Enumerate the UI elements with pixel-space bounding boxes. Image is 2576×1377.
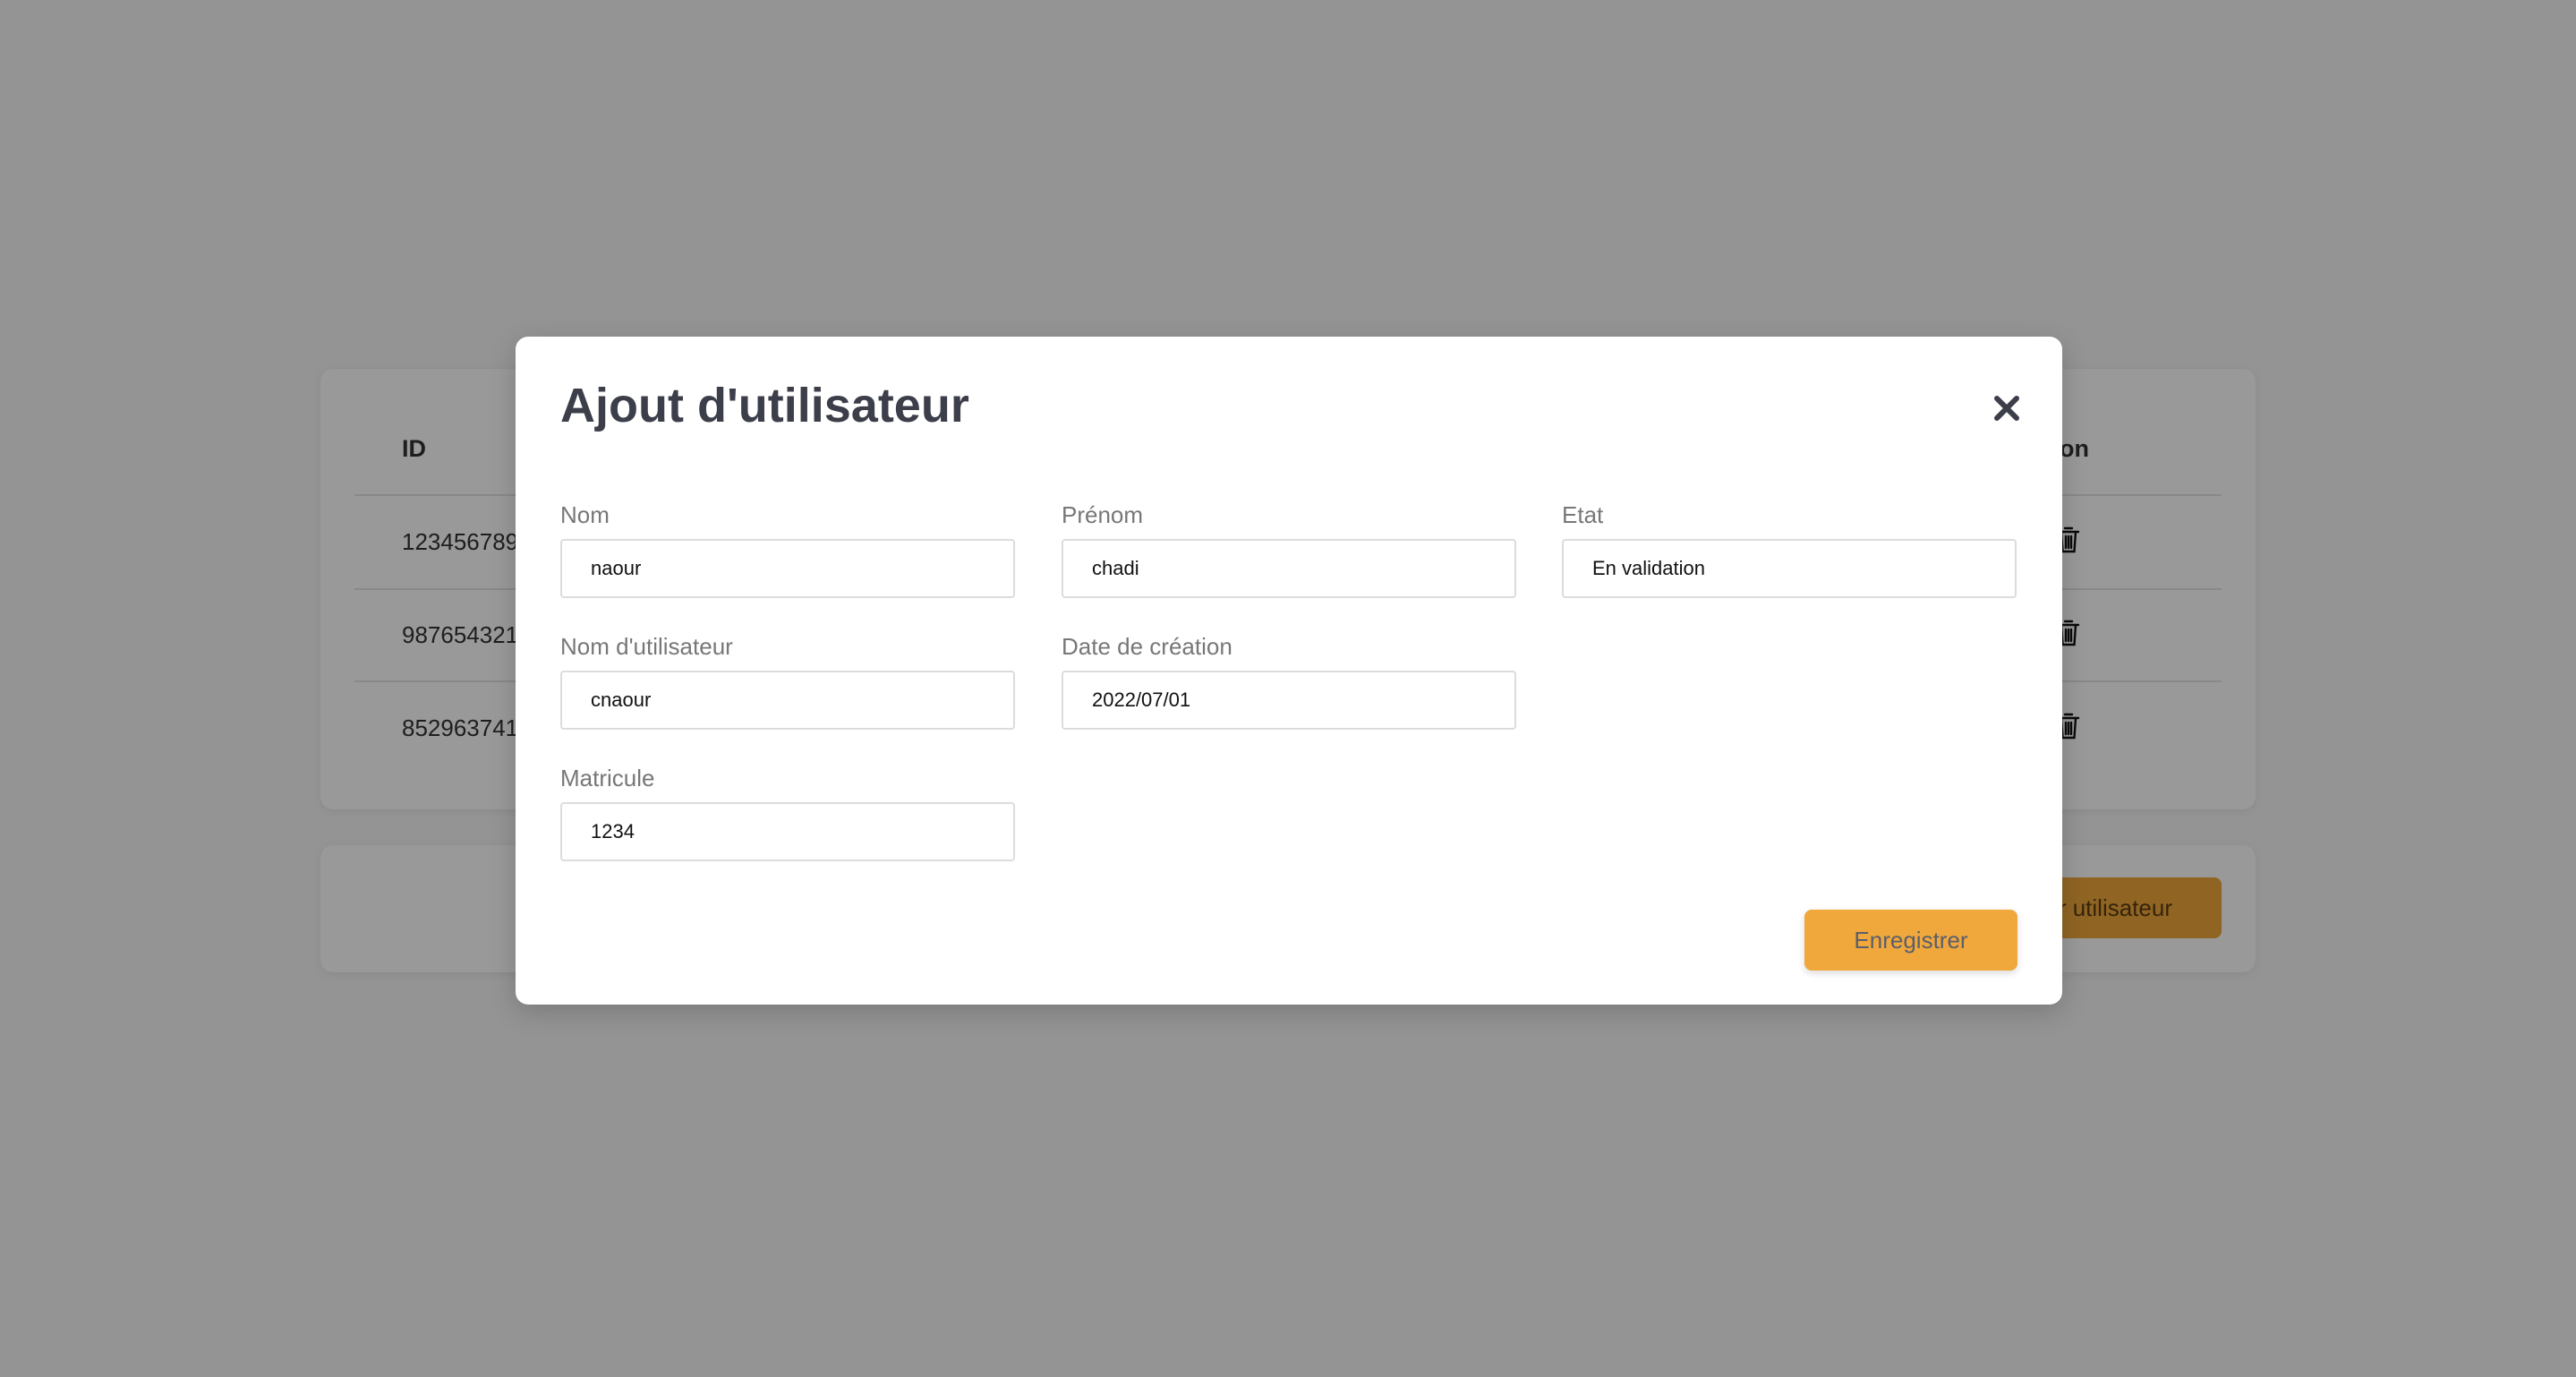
add-user-modal: Ajout d'utilisateur Nom Prénom Etat Nom … (516, 337, 2062, 1005)
nom-field-group: Nom (560, 501, 1015, 598)
username-field-group: Nom d'utilisateur (560, 633, 1015, 730)
etat-input[interactable] (1562, 539, 2017, 598)
nom-input[interactable] (560, 539, 1015, 598)
matricule-label: Matricule (560, 765, 655, 791)
date-label: Date de création (1062, 633, 1233, 660)
username-input[interactable] (560, 671, 1015, 730)
date-field-group: Date de création (1062, 633, 1516, 730)
modal-title: Ajout d'utilisateur (560, 379, 969, 432)
etat-label: Etat (1562, 501, 1604, 528)
nom-label: Nom (560, 501, 610, 528)
prenom-field-group: Prénom (1062, 501, 1516, 598)
close-icon[interactable] (1991, 392, 2023, 424)
etat-field-group: Etat (1562, 501, 2017, 598)
matricule-input[interactable] (560, 802, 1015, 861)
save-button[interactable]: Enregistrer (1804, 910, 2017, 971)
username-label: Nom d'utilisateur (560, 633, 733, 660)
date-input[interactable] (1062, 671, 1516, 730)
prenom-input[interactable] (1062, 539, 1516, 598)
prenom-label: Prénom (1062, 501, 1144, 528)
matricule-field-group: Matricule (560, 765, 1015, 861)
